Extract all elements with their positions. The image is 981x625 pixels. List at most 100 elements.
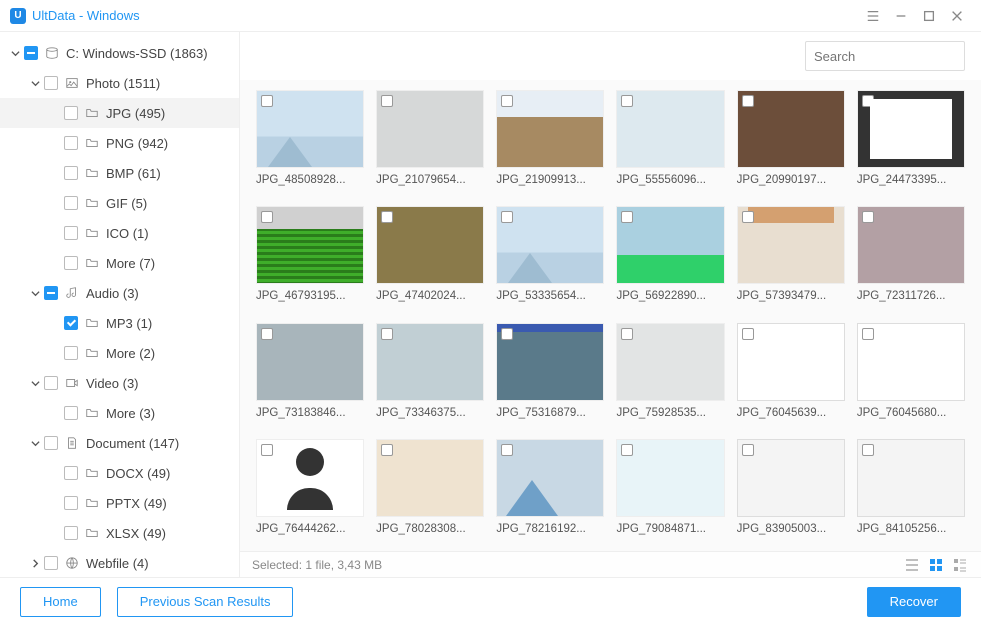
thumbnail-checkbox[interactable]: [862, 328, 874, 340]
thumbnail-checkbox[interactable]: [862, 444, 874, 456]
thumbnail-image[interactable]: [737, 206, 845, 284]
thumbnail-image[interactable]: [616, 439, 724, 517]
thumbnail-image[interactable]: [616, 90, 724, 168]
tree-item[interactable]: Audio (3): [0, 278, 239, 308]
close-icon[interactable]: [943, 2, 971, 30]
thumbnail-image[interactable]: [857, 206, 965, 284]
tree-item[interactable]: More (2): [0, 338, 239, 368]
thumbnail-checkbox[interactable]: [381, 328, 393, 340]
expand-icon[interactable]: [28, 76, 42, 90]
tree-item[interactable]: C: Windows-SSD (1863): [0, 38, 239, 68]
list-view-icon[interactable]: [903, 556, 921, 574]
thumbnail-checkbox[interactable]: [261, 211, 273, 223]
thumbnail-checkbox[interactable]: [862, 95, 874, 107]
thumbnail-grid[interactable]: JPG_48508928...JPG_21079654...JPG_219099…: [240, 80, 981, 551]
thumbnail-item[interactable]: JPG_76045680...: [857, 323, 965, 425]
tree-checkbox[interactable]: [64, 196, 78, 210]
tree-checkbox[interactable]: [44, 76, 58, 90]
thumbnail-item[interactable]: JPG_56922890...: [616, 206, 724, 308]
tree-checkbox[interactable]: [64, 136, 78, 150]
tree-item[interactable]: JPG (495): [0, 98, 239, 128]
thumbnail-image[interactable]: [376, 206, 484, 284]
home-button[interactable]: Home: [20, 587, 101, 617]
tree-checkbox[interactable]: [64, 496, 78, 510]
thumbnail-image[interactable]: [496, 439, 604, 517]
tree-checkbox[interactable]: [44, 556, 58, 570]
thumbnail-image[interactable]: [857, 323, 965, 401]
tree-checkbox[interactable]: [64, 256, 78, 270]
tree-checkbox[interactable]: [64, 526, 78, 540]
thumbnail-checkbox[interactable]: [742, 328, 754, 340]
tree-checkbox[interactable]: [24, 46, 38, 60]
tree-item[interactable]: BMP (61): [0, 158, 239, 188]
thumbnail-image[interactable]: [496, 323, 604, 401]
tree-checkbox[interactable]: [44, 286, 58, 300]
thumbnail-checkbox[interactable]: [862, 211, 874, 223]
thumbnail-checkbox[interactable]: [381, 444, 393, 456]
thumbnail-item[interactable]: JPG_76045639...: [737, 323, 845, 425]
tree-item[interactable]: GIF (5): [0, 188, 239, 218]
thumbnail-image[interactable]: [496, 90, 604, 168]
previous-results-button[interactable]: Previous Scan Results: [117, 587, 294, 617]
tree-item[interactable]: Video (3): [0, 368, 239, 398]
file-tree[interactable]: C: Windows-SSD (1863)Photo (1511)JPG (49…: [0, 32, 240, 577]
tree-checkbox[interactable]: [64, 106, 78, 120]
thumbnail-image[interactable]: [256, 206, 364, 284]
details-view-icon[interactable]: [951, 556, 969, 574]
tree-item[interactable]: More (3): [0, 398, 239, 428]
thumbnail-image[interactable]: [857, 90, 965, 168]
tree-item[interactable]: PPTX (49): [0, 488, 239, 518]
thumbnail-item[interactable]: JPG_79084871...: [616, 439, 724, 541]
thumbnail-checkbox[interactable]: [742, 444, 754, 456]
tree-checkbox[interactable]: [64, 166, 78, 180]
thumbnail-checkbox[interactable]: [501, 95, 513, 107]
thumbnail-checkbox[interactable]: [501, 444, 513, 456]
thumbnail-item[interactable]: JPG_53335654...: [496, 206, 604, 308]
expand-icon[interactable]: [28, 286, 42, 300]
thumbnail-checkbox[interactable]: [621, 444, 633, 456]
expand-icon[interactable]: [28, 436, 42, 450]
thumbnail-item[interactable]: JPG_73346375...: [376, 323, 484, 425]
grid-view-icon[interactable]: [927, 556, 945, 574]
thumbnail-image[interactable]: [256, 323, 364, 401]
tree-checkbox[interactable]: [64, 466, 78, 480]
thumbnail-checkbox[interactable]: [742, 95, 754, 107]
maximize-icon[interactable]: [915, 2, 943, 30]
thumbnail-item[interactable]: JPG_78028308...: [376, 439, 484, 541]
tree-item[interactable]: Webfile (4): [0, 548, 239, 577]
thumbnail-item[interactable]: JPG_84105256...: [857, 439, 965, 541]
thumbnail-item[interactable]: JPG_55556096...: [616, 90, 724, 192]
thumbnail-checkbox[interactable]: [621, 211, 633, 223]
thumbnail-item[interactable]: JPG_78216192...: [496, 439, 604, 541]
tree-item[interactable]: ICO (1): [0, 218, 239, 248]
tree-item[interactable]: PNG (942): [0, 128, 239, 158]
thumbnail-checkbox[interactable]: [742, 211, 754, 223]
thumbnail-checkbox[interactable]: [381, 95, 393, 107]
thumbnail-image[interactable]: [376, 439, 484, 517]
tree-checkbox[interactable]: [44, 436, 58, 450]
thumbnail-image[interactable]: [616, 323, 724, 401]
thumbnail-checkbox[interactable]: [261, 328, 273, 340]
thumbnail-image[interactable]: [857, 439, 965, 517]
thumbnail-item[interactable]: JPG_75928535...: [616, 323, 724, 425]
thumbnail-image[interactable]: [737, 439, 845, 517]
thumbnail-item[interactable]: JPG_47402024...: [376, 206, 484, 308]
thumbnail-checkbox[interactable]: [381, 211, 393, 223]
tree-item[interactable]: Photo (1511): [0, 68, 239, 98]
tree-item[interactable]: MP3 (1): [0, 308, 239, 338]
thumbnail-image[interactable]: [737, 90, 845, 168]
thumbnail-item[interactable]: JPG_48508928...: [256, 90, 364, 192]
thumbnail-item[interactable]: JPG_57393479...: [737, 206, 845, 308]
expand-icon[interactable]: [28, 376, 42, 390]
thumbnail-item[interactable]: JPG_73183846...: [256, 323, 364, 425]
thumbnail-item[interactable]: JPG_75316879...: [496, 323, 604, 425]
thumbnail-item[interactable]: JPG_21079654...: [376, 90, 484, 192]
menu-icon[interactable]: [859, 2, 887, 30]
search-input[interactable]: [814, 49, 981, 64]
thumbnail-image[interactable]: [256, 439, 364, 517]
thumbnail-image[interactable]: [376, 323, 484, 401]
recover-button[interactable]: Recover: [867, 587, 961, 617]
thumbnail-checkbox[interactable]: [621, 95, 633, 107]
minimize-icon[interactable]: [887, 2, 915, 30]
thumbnail-image[interactable]: [737, 323, 845, 401]
